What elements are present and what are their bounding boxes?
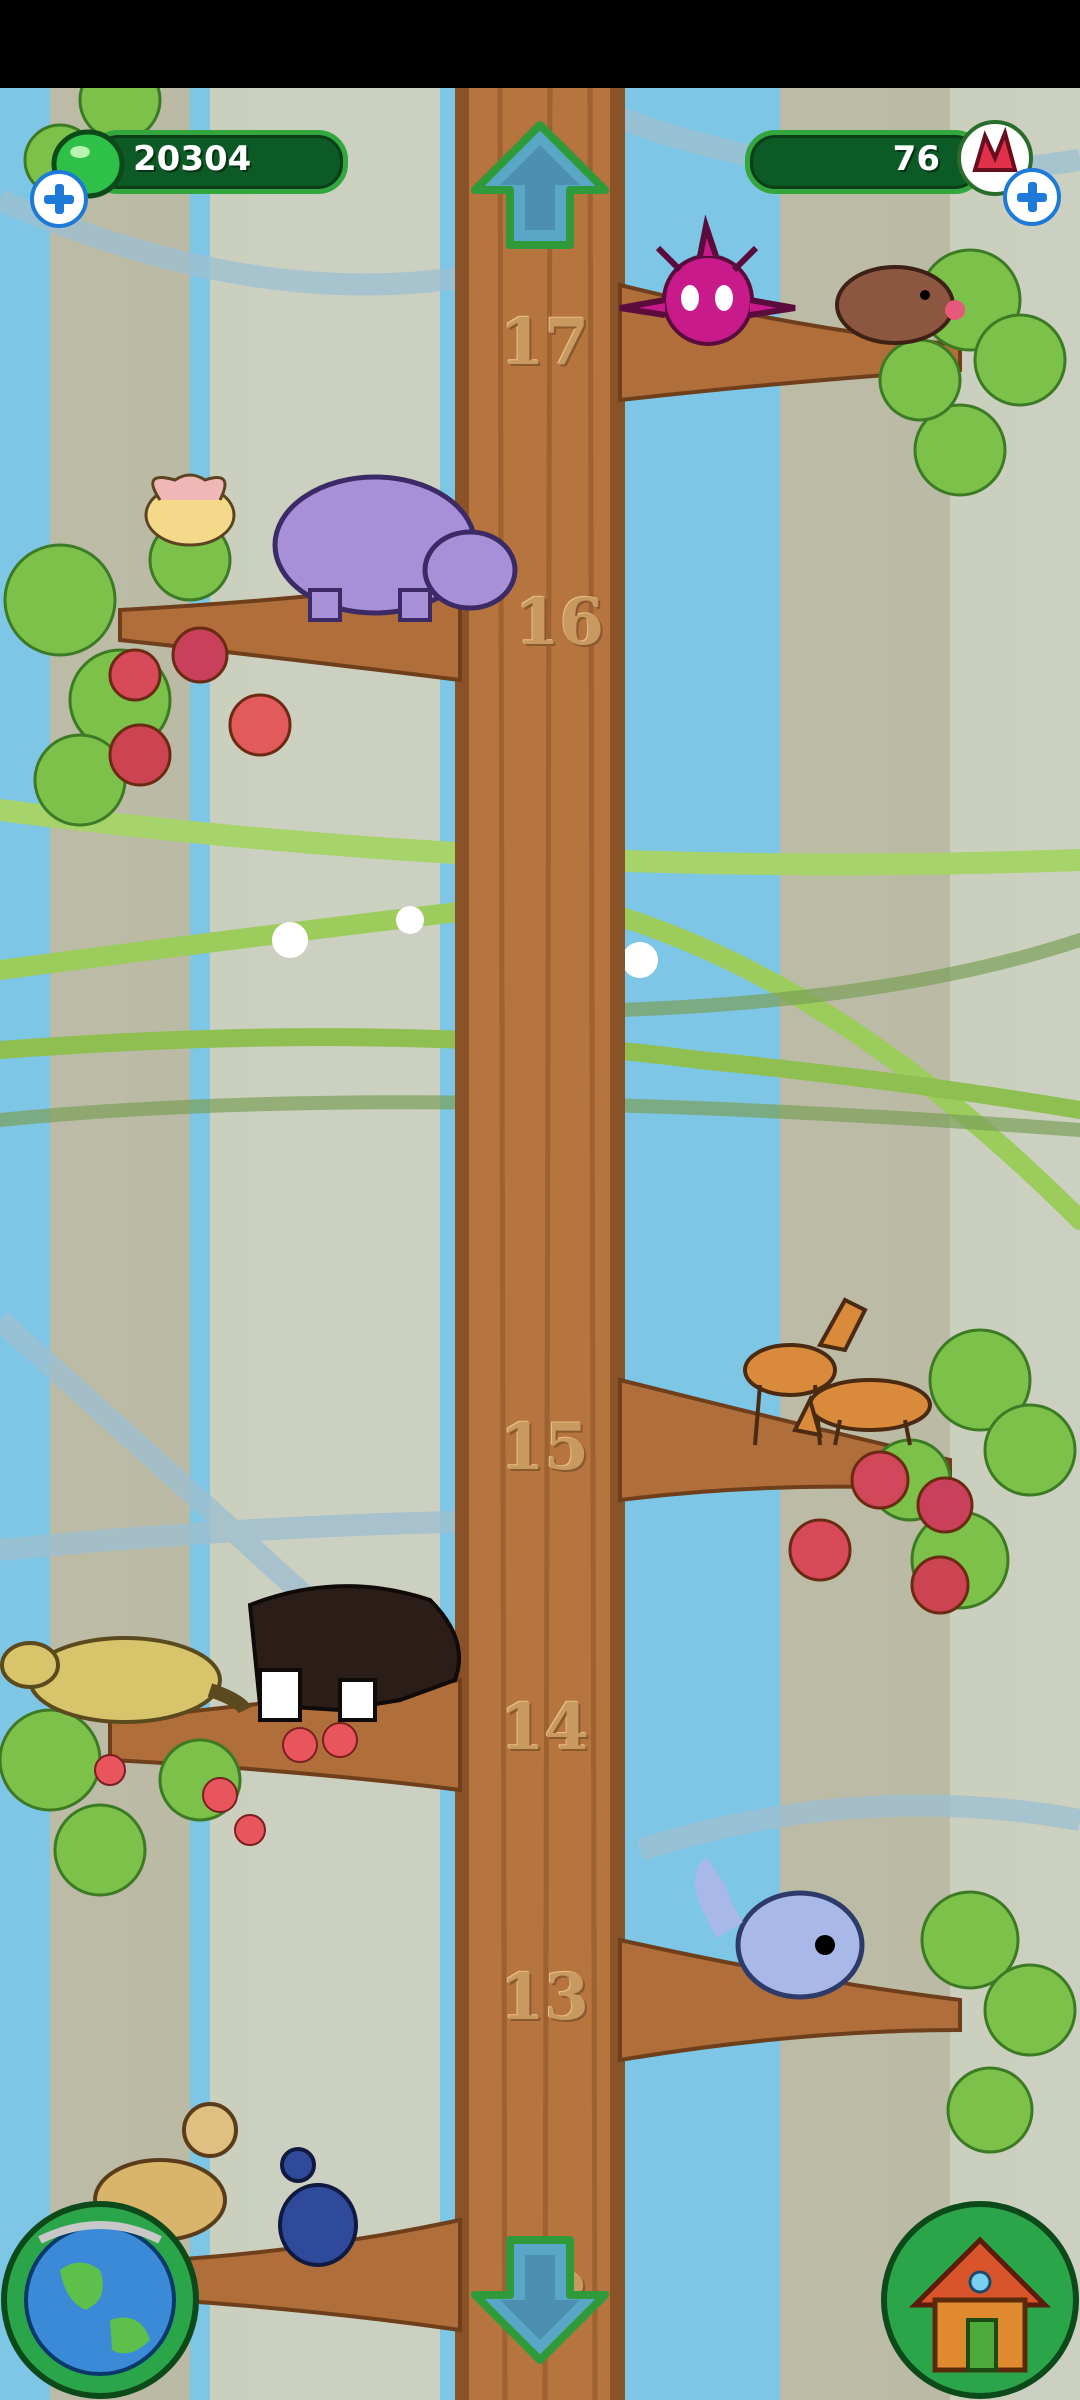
add-gems-button[interactable] xyxy=(1003,168,1061,226)
tree-level-number: 13 xyxy=(500,1960,590,2035)
tree-level-number: 17 xyxy=(500,305,590,380)
tree-level-number: 14 xyxy=(500,1690,590,1765)
gems-counter: 76 xyxy=(745,130,985,194)
main-trunk xyxy=(455,87,625,2400)
yellow-bat[interactable] xyxy=(144,473,236,547)
globe-button[interactable] xyxy=(0,2200,200,2400)
house-button[interactable] xyxy=(880,2200,1080,2400)
add-coins-button[interactable] xyxy=(30,170,88,228)
status-bar xyxy=(0,0,1080,88)
gems-value: 76 xyxy=(892,139,940,179)
coins-value: 20304 xyxy=(133,139,252,179)
game-screen: 17 16 15 14 13 12 20304 76 xyxy=(0,0,1080,2400)
scroll-down-button[interactable] xyxy=(470,2235,610,2365)
tree-level-number: 15 xyxy=(500,1410,590,1485)
tree-level-number: 16 xyxy=(515,585,605,660)
scroll-up-button[interactable] xyxy=(470,120,610,250)
